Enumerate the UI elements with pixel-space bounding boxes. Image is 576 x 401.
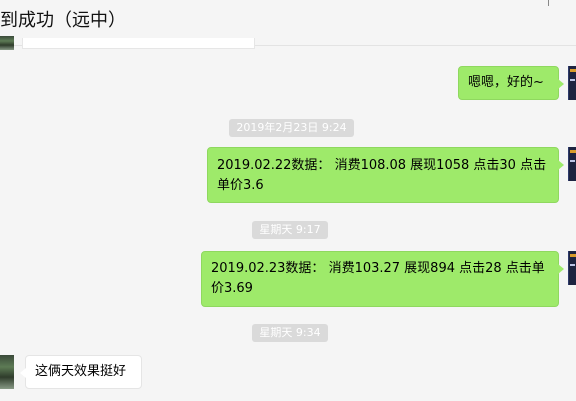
avatar-logo-mark <box>570 69 576 72</box>
sent-message-bubble[interactable]: 2019.02.23数据： 消费103.27 展现894 点击28 点击单价3.… <box>201 251 564 307</box>
message-text: 这俩天效果挺好 <box>35 364 127 379</box>
message-text: 2019.02.22数据： 消费108.08 展现1058 点击30 点击单价3… <box>217 158 547 193</box>
timestamp-text: 星期天 9:17 <box>259 223 321 236</box>
sent-message-bubble[interactable]: 2019.02.22数据： 消费108.08 展现1058 点击30 点击单价3… <box>207 147 564 203</box>
avatar-logo-line <box>570 79 575 81</box>
timestamp: 星期天 9:34 <box>252 324 328 342</box>
received-message-bubble[interactable]: 这俩天效果挺好 <box>20 355 142 389</box>
timestamp-text: 星期天 9:34 <box>259 326 321 339</box>
window-edge-mark <box>548 0 549 6</box>
contact-avatar[interactable] <box>0 355 14 389</box>
sent-message-bubble[interactable]: 嗯嗯，好的~ <box>458 66 564 100</box>
avatar-logo-mark <box>570 150 576 153</box>
timestamp: 2019年2月23日 9:24 <box>229 119 354 137</box>
message-text: 嗯嗯，好的~ <box>468 75 544 90</box>
timestamp: 星期天 9:17 <box>252 221 328 239</box>
avatar-logo-line <box>570 160 575 162</box>
timestamp-text: 2019年2月23日 9:24 <box>236 121 347 134</box>
my-avatar[interactable] <box>568 147 576 181</box>
contact-avatar[interactable] <box>0 36 14 50</box>
my-avatar[interactable] <box>568 251 576 285</box>
message-text: 2019.02.23数据： 消费103.27 展现894 点击28 点击单价3.… <box>211 261 545 296</box>
previous-message-card <box>22 38 255 49</box>
avatar-logo-line <box>570 264 575 266</box>
avatar-logo-mark <box>570 254 576 257</box>
chat-title: 到成功（远中） <box>0 10 126 31</box>
my-avatar[interactable] <box>568 66 576 100</box>
